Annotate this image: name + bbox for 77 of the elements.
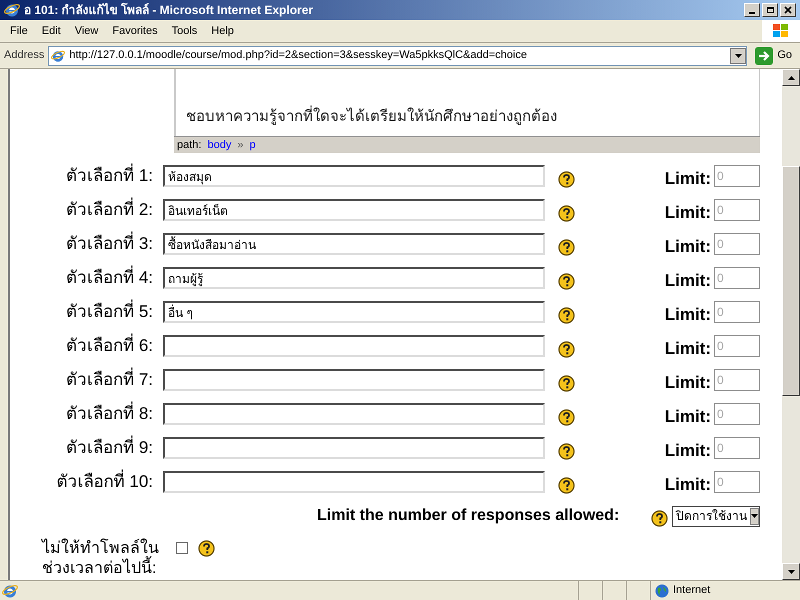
limit-label: Limit: [664, 236, 712, 258]
address-field[interactable]: http://127.0.0.1/moodle/course/mod.php?id=2&section=3&sesskey=Wa5pkksQlC&add=choice [48, 46, 748, 66]
help-icon[interactable] [558, 408, 575, 426]
help-icon[interactable] [651, 510, 668, 526]
option-input[interactable] [163, 471, 545, 493]
editor-text: ชอบหาความรู้จากที่ใดจะได้เตรียมให้นักศึกษาอย่างถูกต้อง [186, 106, 557, 127]
minimize-button[interactable] [744, 3, 760, 17]
option-input[interactable] [163, 437, 545, 459]
option-label: ตัวเลือกที่ 7: [10, 367, 163, 393]
address-label: Address [4, 48, 44, 64]
limit-responses-label: Limit the number of responses allowed: [317, 506, 620, 526]
limit-label: Limit: [664, 202, 712, 224]
up-arrow-icon [788, 76, 794, 80]
option-label: ตัวเลือกที่ 5: [10, 299, 163, 325]
path-link[interactable]: body [207, 136, 232, 154]
option-label: ตัวเลือกที่ 10: [10, 469, 163, 495]
option-input[interactable]: อินเทอร์เน็ต [163, 199, 545, 221]
restore-button[interactable] [762, 3, 778, 17]
option-input[interactable]: อื่น ๆ [163, 301, 545, 323]
option-input[interactable]: ห้องสมุด [163, 165, 545, 187]
menu-item[interactable]: Help [205, 20, 240, 42]
path-separator: » [237, 138, 244, 153]
menu-item[interactable]: Tools [166, 20, 204, 42]
limit-label: Limit: [664, 474, 712, 496]
limit-responses-select[interactable]: ปิดการใช้งาน [672, 506, 760, 526]
option-input[interactable]: ซื้อหนังสือมาอ่าน [163, 233, 545, 255]
go-button[interactable]: Go [751, 46, 796, 64]
help-icon[interactable] [558, 476, 575, 494]
close-icon [784, 6, 792, 14]
option-label: ตัวเลือกที่ 3: [10, 231, 163, 257]
path-link[interactable]: p [249, 136, 256, 154]
option-input[interactable] [163, 335, 545, 357]
restrict-time-label: ไม่ให้ทำโพลล์ในช่วงเวลาต่อไปนี้: [42, 539, 160, 579]
limit-label: Limit: [664, 338, 712, 360]
limit-label: Limit: [664, 406, 712, 428]
help-icon[interactable] [558, 442, 575, 460]
limit-label: Limit: [664, 168, 712, 190]
windows-logo-icon [762, 20, 800, 42]
option-input[interactable] [163, 403, 545, 425]
globe-icon [655, 584, 669, 598]
close-button[interactable] [780, 3, 796, 17]
option-label: ตัวเลือกที่ 8: [10, 401, 163, 427]
option-label: ตัวเลือกที่ 6: [10, 333, 163, 359]
browser-logo-icon [2, 582, 18, 598]
option-input[interactable] [163, 369, 545, 391]
browser-logo-icon [4, 2, 20, 18]
editor-area[interactable]: ชอบหาความรู้จากที่ใดจะได้เตรียมให้นักศึกษาอย่างถูกต้อง [174, 69, 760, 136]
menu-item[interactable]: View [68, 20, 104, 42]
option-label: ตัวเลือกที่ 1: [10, 163, 163, 189]
help-icon[interactable] [558, 272, 575, 290]
option-label: ตัวเลือกที่ 4: [10, 265, 163, 291]
help-icon[interactable] [558, 306, 575, 324]
help-icon[interactable] [558, 204, 575, 222]
help-icon[interactable] [558, 170, 575, 188]
scroll-up-button[interactable] [782, 69, 800, 86]
zone-label: Internet [673, 583, 710, 598]
help-icon[interactable] [558, 238, 575, 256]
scroll-thumb[interactable] [782, 166, 800, 396]
limit-label: Limit: [664, 304, 712, 326]
limit-label: Limit: [664, 440, 712, 462]
limit-label: Limit: [664, 270, 712, 292]
limit-label: Limit: [664, 372, 712, 394]
window-title: อ 101: กำลังแก้ไข โพลล์ - Microsoft Internet Explorer [24, 2, 314, 19]
help-icon[interactable] [198, 540, 215, 557]
scroll-down-button[interactable] [782, 563, 800, 580]
path-label: path: [177, 138, 202, 153]
browser-logo-icon [51, 48, 66, 62]
menu-item[interactable]: Favorites [106, 20, 164, 42]
option-input[interactable]: ถามผู้รู้ [163, 267, 545, 289]
restrict-time-checkbox[interactable] [176, 542, 188, 554]
help-icon[interactable] [558, 340, 575, 358]
menu-item[interactable]: Edit [36, 20, 67, 42]
option-label: ตัวเลือกที่ 9: [10, 435, 163, 461]
down-arrow-icon [788, 570, 794, 574]
help-icon[interactable] [558, 374, 575, 392]
menu-item[interactable]: File [4, 20, 34, 42]
option-label: ตัวเลือกที่ 2: [10, 197, 163, 223]
